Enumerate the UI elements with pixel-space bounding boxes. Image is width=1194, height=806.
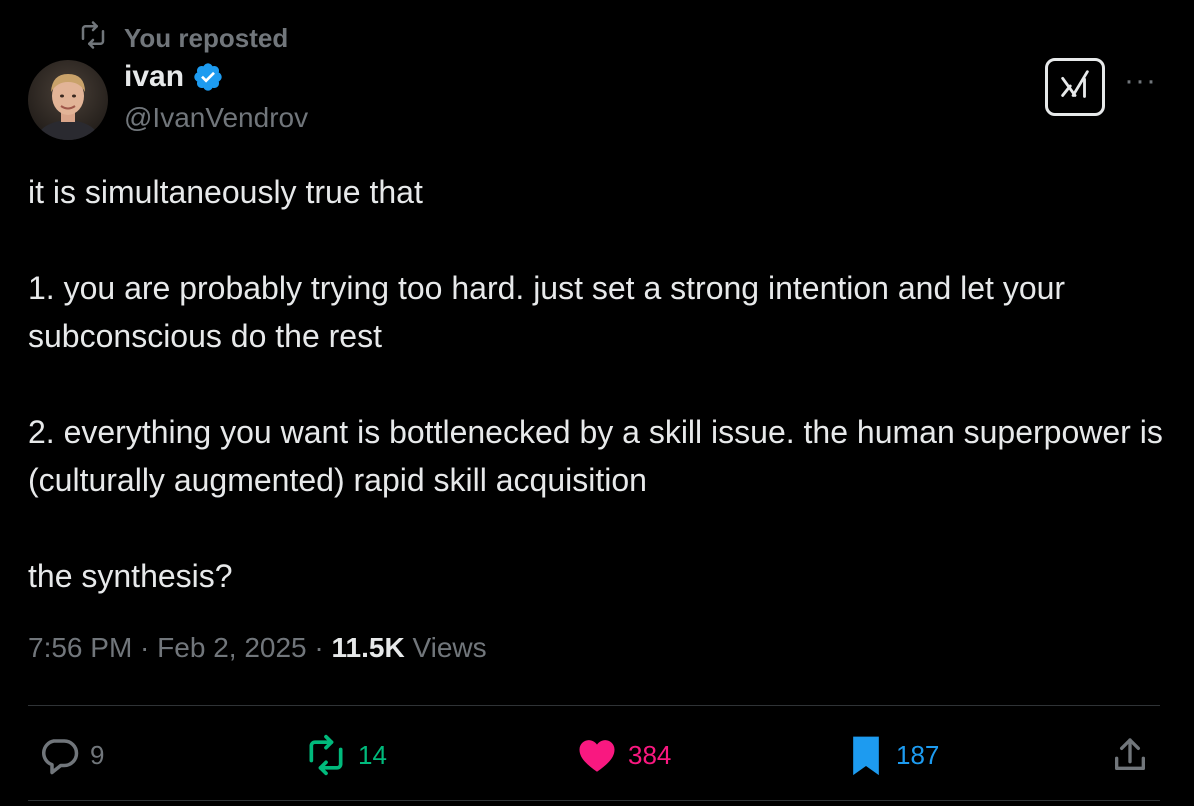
author-name-row: ivan [124, 60, 224, 94]
avatar[interactable] [28, 60, 108, 140]
views-count[interactable]: 11.5K [332, 632, 405, 663]
heart-icon [576, 734, 618, 776]
author-name[interactable]: ivan [124, 60, 184, 94]
repost-count: 14 [358, 739, 387, 770]
author-handle[interactable]: @IvanVendrov [124, 102, 308, 134]
bookmark-count: 187 [896, 739, 940, 770]
divider [28, 800, 1160, 801]
tweet-paragraph: it is simultaneously true that [28, 174, 423, 210]
more-options-button[interactable]: ··· [1124, 66, 1157, 96]
verified-badge-icon[interactable] [192, 61, 224, 93]
views-label: Views [404, 632, 487, 663]
bookmark-icon [846, 733, 886, 777]
bookmark-button[interactable]: 187 [846, 732, 939, 778]
repost-button[interactable]: 14 [304, 732, 387, 778]
repost-header: You reposted [78, 20, 288, 57]
action-bar: 9 14 384 187 [36, 732, 1160, 778]
repost-icon [78, 20, 108, 57]
like-count: 384 [628, 739, 672, 770]
meta-separator: · [132, 632, 158, 663]
like-button[interactable]: 384 [576, 732, 671, 778]
divider [28, 705, 1160, 706]
tweet-meta: 7:56 PM · Feb 2, 2025 · 11.5K Views [28, 632, 487, 664]
tweet-text: it is simultaneously true that 1. you ar… [28, 168, 1168, 600]
tweet-paragraph: the synthesis? [28, 558, 233, 594]
tweet-paragraph: 2. everything you want is bottlenecked b… [28, 414, 1163, 498]
meta-separator: · [306, 632, 332, 663]
repost-icon [304, 733, 348, 777]
grok-button[interactable] [1045, 58, 1105, 116]
repost-label[interactable]: You reposted [124, 23, 288, 54]
more-icon: ··· [1124, 64, 1157, 97]
tweet-time[interactable]: 7:56 PM [28, 632, 132, 663]
grok-icon [1056, 66, 1094, 109]
share-icon [1110, 735, 1150, 775]
share-button[interactable] [1110, 732, 1150, 778]
reply-count: 9 [90, 739, 105, 770]
reply-button[interactable]: 9 [38, 732, 104, 778]
tweet-paragraph: 1. you are probably trying too hard. jus… [28, 270, 1066, 354]
reply-icon [38, 734, 80, 776]
tweet-date[interactable]: Feb 2, 2025 [157, 632, 306, 663]
